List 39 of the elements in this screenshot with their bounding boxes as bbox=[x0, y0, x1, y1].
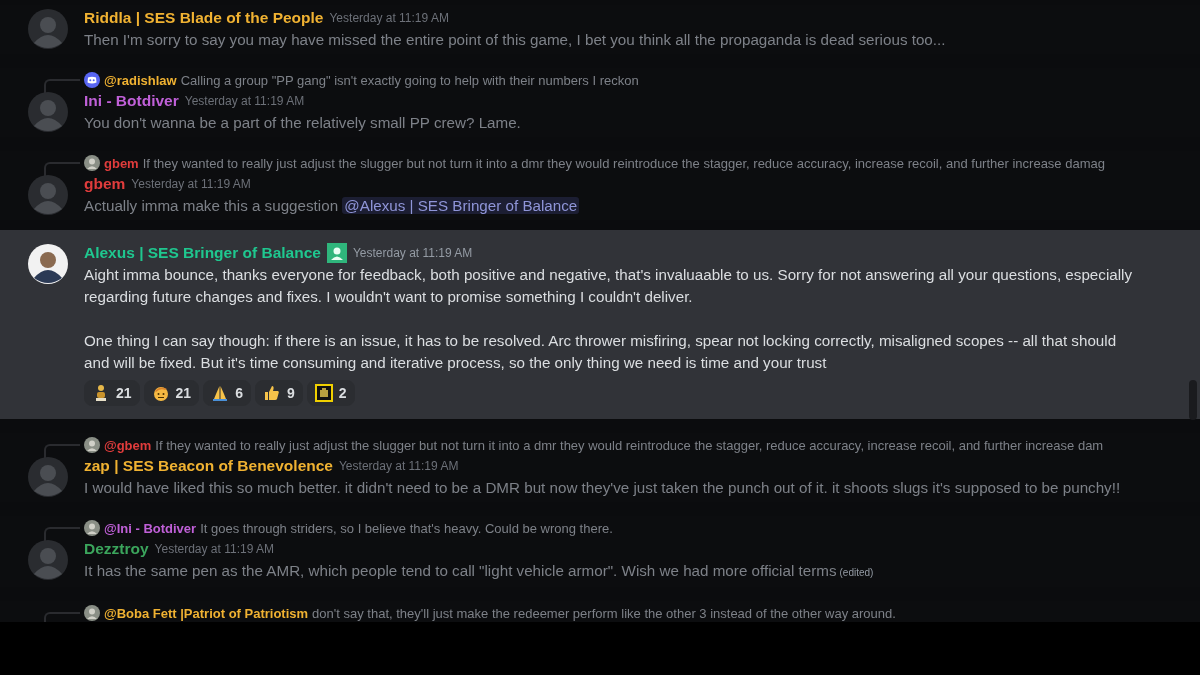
message-text: It has the same pen as the AMR, which people tend to call "light vehicle armor". Wish we had more official terms bbox=[84, 562, 837, 579]
reply-preview[interactable]: If they wanted to really just adjust the slugger but not turn it into a dmr they would reintroduce the stagger, reduce accuracy, increase recoil, and further increase dam bbox=[155, 437, 1104, 453]
reaction-button[interactable]: 21 bbox=[143, 380, 200, 406]
reply-author[interactable]: @gbem bbox=[104, 437, 152, 453]
message-text: Aight imma bounce, thanks everyone for feedback, both positive and negative, that's invaluaable to us. Sorry for not answering all your questions, especially regarding future changes and fixes. I wouldn't want to promise something I couldn't deliver. bbox=[84, 265, 1134, 307]
user-mention[interactable]: @Alexus | SES Bringer of Balance bbox=[342, 197, 580, 214]
username[interactable]: gbem bbox=[84, 175, 126, 193]
reply-author[interactable]: @Ini - Botdiver bbox=[104, 520, 197, 536]
timestamp: Yesterday at 11:19 AM bbox=[154, 542, 275, 556]
reply-author[interactable]: gbem bbox=[104, 155, 139, 171]
timestamp: Yesterday at 11:19 AM bbox=[338, 459, 459, 473]
timestamp: Yesterday at 11:19 AM bbox=[131, 177, 251, 191]
reaction-button[interactable]: 2 bbox=[306, 380, 355, 406]
username[interactable]: Ini - Botdiver bbox=[84, 92, 179, 110]
message-text: One thing I can say though: if there is an issue, it has to be resolved. Arc thrower misfiring, spear not locking correctly, misaligned scopes -- all that should and will be fixed. But it's time consuming and iterative process, so the only thing we need is time and your trust bbox=[84, 331, 1118, 373]
username[interactable]: Riddla | SES Blade of the People bbox=[84, 9, 324, 27]
scrollbar-thumb[interactable] bbox=[1189, 380, 1197, 420]
reply-preview[interactable]: It goes through striders, so I believe that's heavy. Could be wrong there. bbox=[200, 520, 613, 536]
reaction-button[interactable]: 6 bbox=[203, 380, 251, 406]
message-text: Then I'm sorry to say you may have missed the entire point of this game, I bet you think all the propaganda is dead serious too... bbox=[84, 30, 947, 50]
reply-author[interactable]: @radishlaw bbox=[104, 72, 177, 88]
username[interactable]: Alexus | SES Bringer of Balance bbox=[84, 244, 321, 262]
username[interactable]: Dezztroy bbox=[84, 540, 149, 558]
timestamp: Yesterday at 11:19 AM bbox=[352, 246, 473, 260]
username[interactable]: zap | SES Beacon of Benevolence bbox=[84, 457, 333, 475]
message-text: Actually imma make this a suggestion bbox=[84, 197, 339, 214]
reply-author[interactable]: @Boba Fett |Patriot of Patriotism bbox=[104, 605, 309, 621]
message-text: I would have liked this so much better. it didn't need to be a DMR but now they've just taken the punch out of it. it shoots slugs it's supposed to be punchy!! bbox=[84, 478, 1122, 498]
reaction-button[interactable]: 9 bbox=[254, 380, 303, 406]
timestamp: Yesterday at 11:19 AM bbox=[184, 94, 305, 108]
reply-preview[interactable]: Calling a group "PP gang" isn't exactly going to help with their numbers I reckon bbox=[180, 72, 639, 88]
user-avatar[interactable] bbox=[28, 244, 68, 284]
reply-preview[interactable]: don't say that, they'll just make the redeemer perform like the other 3 instead of the other way around. bbox=[312, 605, 896, 621]
timestamp: Yesterday at 11:19 AM bbox=[329, 11, 449, 25]
edited-label: (edited) bbox=[839, 567, 874, 578]
reply-preview[interactable]: If they wanted to really just adjust the slugger but not turn it into a dmr they would reintroduce the stagger, reduce accuracy, increase recoil, and further increase damag bbox=[142, 155, 1105, 171]
message-text: You don't wanna be a part of the relatively small PP crew? Lame. bbox=[84, 113, 522, 133]
reply-connector-line bbox=[44, 612, 80, 622]
reaction-button[interactable]: 21 bbox=[84, 380, 140, 406]
